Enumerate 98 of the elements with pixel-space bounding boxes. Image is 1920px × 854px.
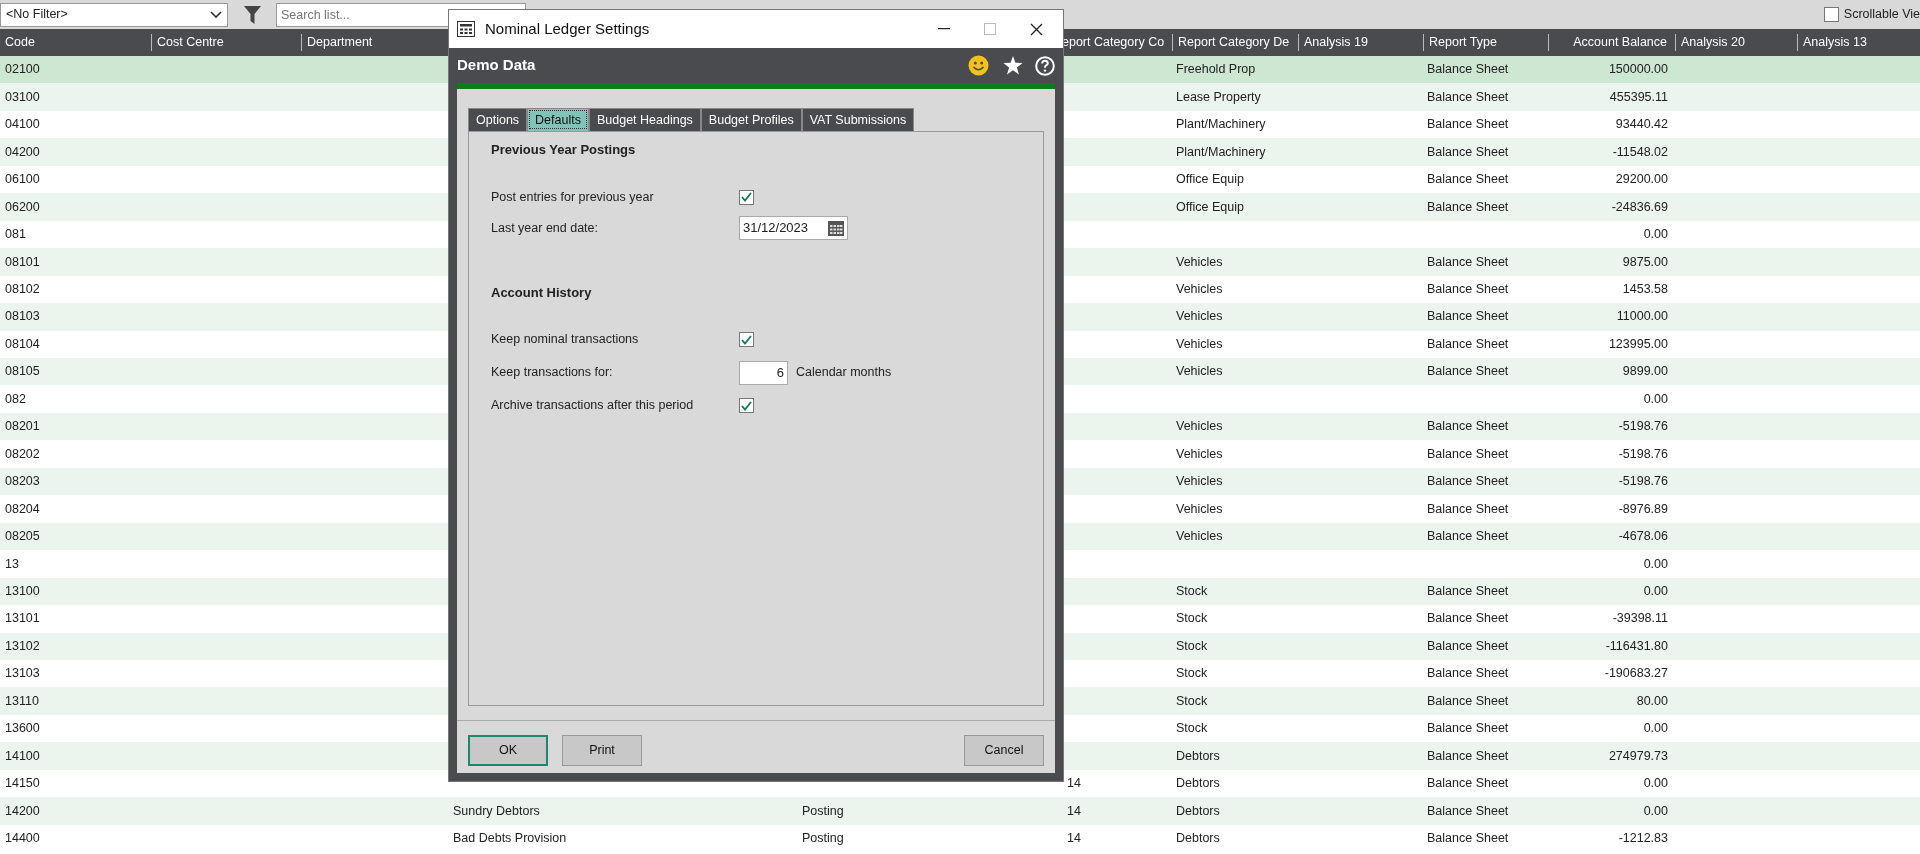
table-cell-text: Stock: [1175, 582, 1209, 600]
table-cell-text: 0.00: [1642, 802, 1669, 820]
table-cell-text: -39398.11: [1611, 610, 1669, 628]
field-label: Last year end date:: [491, 219, 600, 237]
table-cell-text: Stock: [1175, 637, 1209, 655]
table-cell-text: Balance Sheet: [1426, 198, 1510, 216]
company-name: Demo Data: [457, 55, 537, 76]
table-cell-text: Balance Sheet: [1426, 802, 1510, 820]
table-cell-text: Office Equip: [1175, 198, 1245, 216]
table-cell-text: 14: [1066, 775, 1082, 793]
checkbox-label: Scrollable Vie: [1843, 6, 1920, 24]
table-cell-text: 0.00: [1642, 555, 1669, 573]
table-cell-text: 455395.11: [1608, 88, 1669, 106]
table-cell-text: 0.00: [1642, 775, 1669, 793]
table-cell-text: Balance Sheet: [1426, 363, 1510, 381]
section-heading: Previous Year Postings: [491, 141, 637, 159]
table-cell-text: -5198.76: [1617, 418, 1669, 436]
table-cell-text: Stock: [1175, 720, 1209, 738]
table-cell-text: -5198.76: [1617, 473, 1669, 491]
table-cell-text: Balance Sheet: [1426, 610, 1510, 628]
table-cell-text: 123995.00: [1607, 335, 1669, 353]
table-cell-text: Stock: [1175, 665, 1209, 683]
table-cell-text: Posting: [801, 830, 845, 848]
table-cell-text: Debtors: [1175, 747, 1221, 765]
table-cell-text: -190683.27: [1603, 665, 1669, 683]
table-cell-text: Vehicles: [1175, 335, 1224, 353]
table-cell-text: Balance Sheet: [1426, 61, 1510, 79]
table-cell-text: Balance Sheet: [1426, 747, 1510, 765]
table-cell-text: Vehicles: [1175, 473, 1224, 491]
field-label: Keep transactions for:: [491, 364, 614, 382]
table-cell-text: Balance Sheet: [1426, 171, 1510, 189]
table-cell-text: Plant/Machinery: [1175, 143, 1267, 161]
table-cell-text: Lease Property: [1175, 88, 1262, 106]
table-cell-text: Office Equip: [1175, 171, 1245, 189]
table-cell-text: 0.00: [1642, 582, 1669, 600]
section-heading: Account History: [491, 283, 593, 302]
table-cell-text: 11000.00: [1615, 308, 1669, 326]
table-cell-text: Balance Sheet: [1426, 335, 1510, 353]
table-cell-text: Posting: [801, 802, 845, 820]
table-cell-text: 1453.58: [1621, 280, 1669, 298]
table-cell-text: Balance Sheet: [1426, 253, 1510, 271]
table-cell-text: Vehicles: [1175, 280, 1224, 298]
table-cell-text: Stock: [1175, 692, 1209, 710]
table-cell-text: 150000.00: [1607, 61, 1669, 79]
table-cell-text: Sundry Debtors: [452, 802, 541, 820]
table-cell-text: Vehicles: [1175, 418, 1224, 436]
table-cell-text: Vehicles: [1175, 253, 1224, 271]
table-cell-text: Balance Sheet: [1426, 830, 1510, 848]
table-cell-text: Vehicles: [1175, 528, 1224, 546]
table-cell-text: Balance Sheet: [1426, 720, 1510, 738]
table-cell-text: Balance Sheet: [1426, 500, 1510, 518]
table-cell-text: -4678.06: [1617, 528, 1669, 546]
table-cell-text: Balance Sheet: [1426, 692, 1510, 710]
table-cell-text: Balance Sheet: [1426, 308, 1510, 326]
table-cell-text: 80.00: [1635, 692, 1669, 710]
table-cell-text: 274979.73: [1607, 747, 1669, 765]
table-cell-text: 9875.00: [1621, 253, 1669, 271]
table-cell-text: Bad Debts Provision: [452, 830, 568, 848]
table-cell-text: 29200.00: [1614, 171, 1669, 189]
table-cell-text: Vehicles: [1175, 445, 1224, 463]
table-cell-text: Balance Sheet: [1426, 445, 1510, 463]
table-cell-text: 0.00: [1642, 226, 1669, 244]
table-cell-text: 0.00: [1642, 720, 1669, 738]
unit-label: Calendar months: [796, 364, 892, 382]
table-cell-text: Plant/Machinery: [1175, 116, 1267, 134]
table-cell-text: Stock: [1175, 610, 1209, 628]
field-label: Keep nominal transactions: [491, 331, 640, 349]
table-cell-text: -5198.76: [1617, 445, 1669, 463]
table-cell-text: Balance Sheet: [1426, 637, 1510, 655]
table-cell-text: -24836.69: [1610, 198, 1669, 216]
table-cell-text: Vehicles: [1175, 500, 1224, 518]
table-cell-text: Balance Sheet: [1426, 473, 1510, 491]
table-cell-text: Balance Sheet: [1426, 528, 1510, 546]
table-cell-text: Balance Sheet: [1426, 280, 1510, 298]
table-cell-text: Balance Sheet: [1426, 775, 1510, 793]
field-label: Archive transactions after this period: [491, 397, 695, 415]
table-cell-text: Debtors: [1175, 775, 1221, 793]
table-cell-text: Debtors: [1175, 802, 1221, 820]
table-cell-text: 9899.00: [1621, 363, 1669, 381]
table-cell-text: 14: [1066, 802, 1082, 820]
table-cell-text: Balance Sheet: [1426, 88, 1510, 106]
table-cell-text: 0.00: [1642, 390, 1669, 408]
table-cell-text: Balance Sheet: [1426, 143, 1510, 161]
table-cell-text: 14: [1066, 830, 1082, 848]
field-label: Post entries for previous year: [491, 188, 655, 206]
table-cell-text: Freehold Prop: [1175, 61, 1257, 79]
table-cell-text: 93440.42: [1614, 116, 1669, 134]
table-cell-text: Vehicles: [1175, 363, 1224, 381]
table-cell-text: -1212.83: [1617, 830, 1669, 848]
table-cell-text: Debtors: [1175, 830, 1221, 848]
table-cell-text: -8976.89: [1617, 500, 1669, 518]
table-cell-text: -116431.80: [1604, 637, 1669, 655]
table-cell-text: Balance Sheet: [1426, 116, 1510, 134]
table-cell-text: Vehicles: [1175, 308, 1224, 326]
table-cell-text: -11548.02: [1611, 143, 1669, 161]
table-cell-text: Balance Sheet: [1426, 418, 1510, 436]
table-cell-text: Balance Sheet: [1426, 582, 1510, 600]
table-cell-text: Balance Sheet: [1426, 665, 1510, 683]
